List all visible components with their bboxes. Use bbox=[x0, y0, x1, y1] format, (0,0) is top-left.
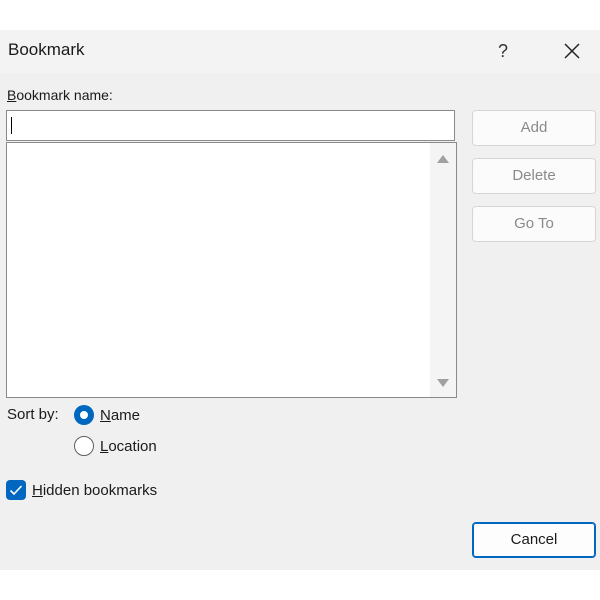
go-to-button[interactable]: Go To bbox=[472, 206, 596, 242]
sort-location-label: Location bbox=[100, 438, 157, 455]
bookmark-name-input[interactable] bbox=[6, 110, 455, 141]
sort-name-label: Name bbox=[100, 407, 141, 424]
bookmark-list[interactable] bbox=[6, 142, 457, 398]
hidden-bookmarks-checkbox[interactable] bbox=[6, 480, 26, 500]
add-button[interactable]: Add bbox=[472, 110, 596, 146]
title-bar: Bookmark ? bbox=[0, 30, 600, 73]
sort-by-label: Sort by: bbox=[7, 406, 59, 423]
radio-unselected-icon[interactable] bbox=[74, 436, 94, 456]
dialog-title: Bookmark bbox=[8, 40, 85, 59]
close-button[interactable] bbox=[557, 36, 587, 66]
hidden-bookmarks-label: Hidden bookmarks bbox=[32, 482, 158, 499]
close-icon bbox=[564, 43, 580, 59]
cancel-button[interactable]: Cancel bbox=[472, 522, 596, 558]
scroll-up-arrow-icon[interactable] bbox=[437, 155, 449, 163]
delete-button[interactable]: Delete bbox=[472, 158, 596, 194]
bookmark-dialog: Bookmark ? Bookmark name: Add Delete Go … bbox=[0, 30, 600, 570]
list-scrollbar[interactable] bbox=[430, 143, 456, 397]
scroll-down-arrow-icon[interactable] bbox=[437, 379, 449, 387]
checkmark-icon bbox=[9, 485, 23, 496]
radio-selected-icon[interactable] bbox=[74, 405, 94, 425]
help-button[interactable]: ? bbox=[488, 36, 518, 66]
bookmark-name-label: Bookmark name: bbox=[7, 87, 113, 103]
text-caret bbox=[11, 117, 12, 134]
